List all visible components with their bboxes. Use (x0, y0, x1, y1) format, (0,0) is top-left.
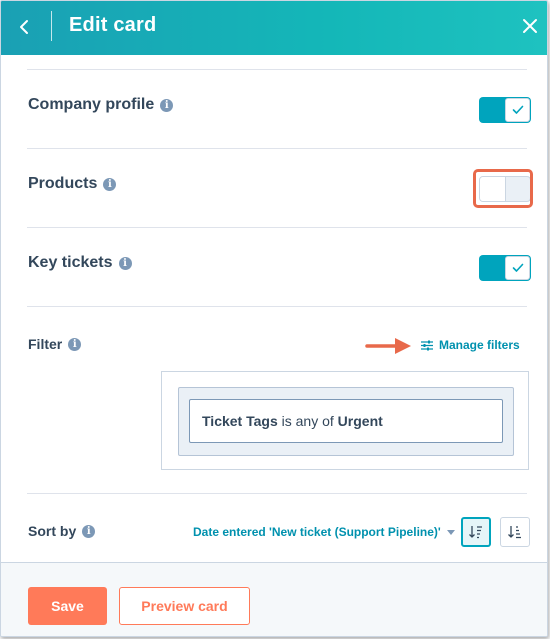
key-tickets-toggle[interactable] (479, 255, 531, 281)
manage-filters-link[interactable]: Manage filters (421, 338, 520, 352)
sort-ascending-icon (508, 526, 521, 539)
check-icon (512, 263, 523, 272)
annotation-highlight (473, 169, 533, 208)
section-label: Key tickets (28, 254, 113, 271)
section-company-profile: Company profile i (28, 96, 174, 114)
annotation-arrow-icon (365, 338, 411, 354)
header-divider (51, 11, 52, 41)
filter-label: Filter (28, 336, 63, 352)
divider (27, 227, 527, 228)
divider (27, 148, 527, 149)
close-icon (523, 19, 537, 33)
sliders-icon (421, 340, 433, 350)
sort-selected-value: Date entered 'New ticket (Support Pipeli… (193, 525, 441, 539)
filter-group: Ticket Tags is any of Urgent (178, 387, 514, 456)
sort-descending-button[interactable] (461, 517, 491, 547)
sort-ascending-button[interactable] (500, 517, 530, 547)
caret-down-icon (446, 529, 455, 535)
close-button[interactable] (517, 13, 543, 39)
sort-heading: Sort by i (28, 523, 96, 539)
divider (27, 306, 527, 307)
sort-label: Sort by (28, 523, 77, 539)
filter-heading: Filter i (28, 336, 82, 352)
sort-property-dropdown[interactable]: Date entered 'New ticket (Support Pipeli… (193, 525, 455, 539)
filter-operator: is any of (277, 413, 338, 429)
divider (27, 493, 527, 494)
info-icon[interactable]: i (160, 98, 174, 112)
filter-container: Ticket Tags is any of Urgent (161, 371, 529, 470)
edit-card-panel: Edit card Company profile i Products i K… (0, 0, 548, 637)
save-button[interactable]: Save (28, 587, 107, 625)
filter-value: Urgent (337, 413, 383, 429)
info-icon[interactable]: i (68, 337, 82, 351)
panel-header: Edit card (1, 1, 547, 55)
section-products: Products i (28, 175, 117, 193)
info-icon[interactable]: i (82, 524, 96, 538)
preview-card-button[interactable]: Preview card (119, 587, 250, 625)
sort-descending-icon (469, 526, 482, 539)
chevron-left-icon (20, 20, 28, 34)
manage-filters-label: Manage filters (439, 338, 520, 352)
filter-property: Ticket Tags (202, 413, 278, 429)
filter-rule[interactable]: Ticket Tags is any of Urgent (189, 399, 503, 443)
section-label: Company profile (28, 96, 155, 113)
toggle-knob (505, 98, 530, 122)
company-profile-toggle[interactable] (479, 97, 531, 123)
info-icon[interactable]: i (118, 256, 132, 270)
divider (27, 69, 527, 70)
back-button[interactable] (11, 13, 37, 41)
panel-footer: Save Preview card (1, 562, 547, 636)
toggle-knob (505, 256, 530, 280)
check-icon (512, 105, 523, 114)
section-key-tickets: Key tickets i (28, 254, 132, 272)
section-label: Products (28, 175, 98, 192)
info-icon[interactable]: i (103, 177, 117, 191)
page-title: Edit card (69, 14, 157, 36)
